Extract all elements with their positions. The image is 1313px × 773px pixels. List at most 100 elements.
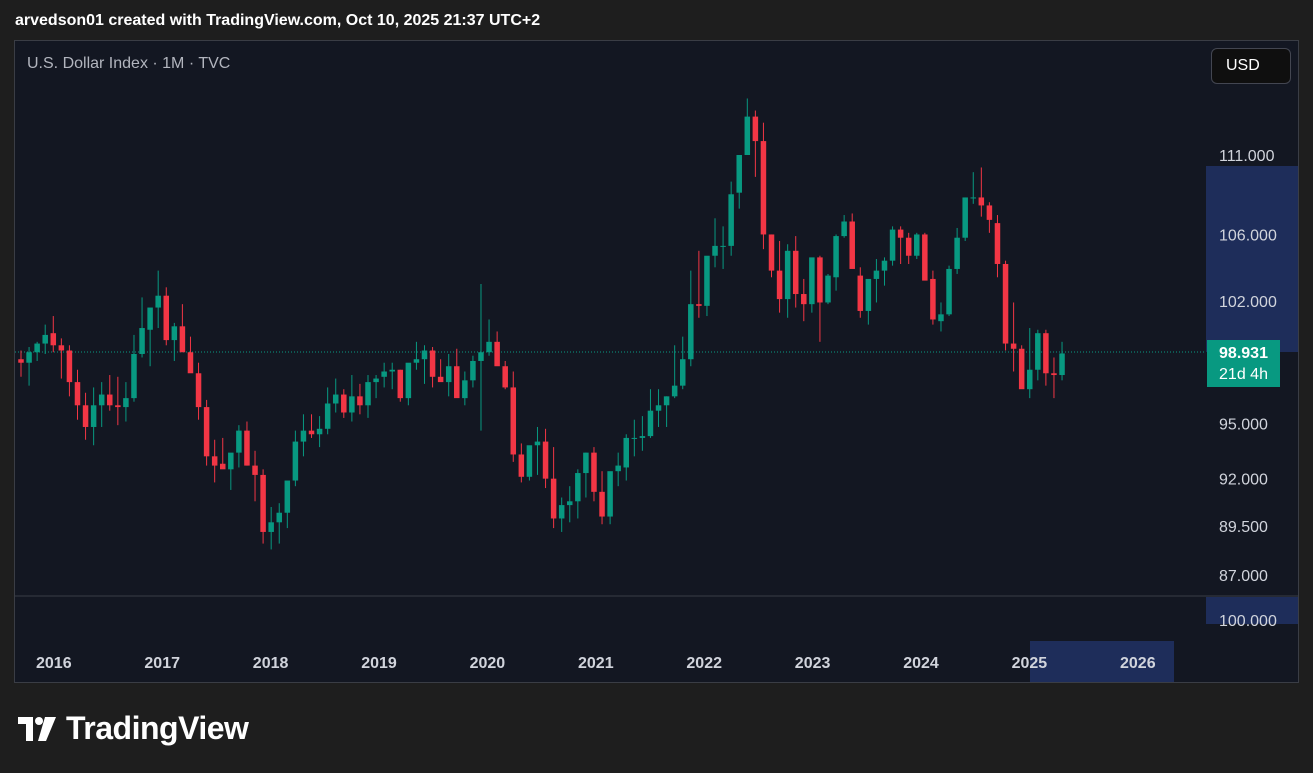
candle-up (663, 396, 670, 406)
candle-up (389, 369, 395, 372)
candle-up (139, 328, 145, 354)
candle-down (1043, 333, 1049, 374)
candles-group (18, 98, 1065, 550)
candle-up (736, 155, 742, 193)
candle-up (470, 360, 476, 381)
candle-up (445, 366, 452, 383)
price-tick-label: 106.000 (1219, 227, 1277, 244)
time-tick-label: 2017 (144, 655, 180, 672)
bar-countdown: 21d 4h (1219, 366, 1268, 383)
candle-down (115, 405, 121, 408)
candle-down (905, 237, 912, 256)
candle-up (373, 378, 379, 383)
candle-down (341, 394, 347, 413)
candle-up (712, 245, 718, 256)
candle-up (478, 352, 484, 361)
candle-down (849, 221, 855, 269)
price-tick-label: 111.000 (1219, 148, 1275, 165)
candle-up (962, 197, 968, 238)
candle-down (776, 270, 783, 300)
price-tick-label: 92.000 (1219, 472, 1268, 489)
candle-up (744, 116, 751, 155)
candle-up (873, 270, 880, 279)
candle-up (889, 229, 896, 261)
candle-down (163, 295, 170, 341)
candle-down (179, 326, 186, 353)
candle-up (365, 382, 371, 406)
time-tick-label: 2020 (470, 655, 506, 672)
candle-down (978, 197, 985, 206)
time-tick-label: 2023 (795, 655, 831, 672)
time-tick-label: 2022 (686, 655, 722, 672)
candle-down (518, 454, 525, 477)
time-tick-label: 2021 (578, 655, 614, 672)
candle-up (26, 352, 32, 363)
candle-up (784, 250, 791, 300)
candle-up (607, 471, 613, 517)
candle-down (50, 333, 57, 346)
time-tick-label: 2024 (903, 655, 939, 672)
candle-up (631, 437, 638, 439)
candle-down (591, 452, 597, 492)
candle-down (1010, 343, 1017, 349)
candle-down (930, 278, 936, 320)
candle-down (752, 116, 759, 142)
candle-up (809, 257, 815, 305)
candle-up (316, 428, 323, 435)
price-tick-label: 102.000 (1219, 294, 1277, 311)
candle-down (195, 373, 202, 408)
candle-down (82, 405, 89, 427)
candle-down (922, 234, 928, 281)
candle-up (228, 452, 234, 470)
candle-down (308, 430, 315, 435)
candle-up (300, 430, 307, 442)
candle-up (938, 314, 944, 322)
candle-up (704, 255, 710, 306)
candle-down (801, 294, 807, 305)
candle-down (220, 463, 226, 470)
candle-down (211, 456, 218, 466)
candle-up (655, 405, 662, 411)
candle-up (720, 245, 726, 247)
candle-down (986, 205, 993, 220)
candle-down (817, 257, 823, 303)
candle-down (454, 366, 460, 399)
candle-up (954, 237, 960, 269)
candle-up (825, 275, 831, 303)
candle-down (66, 350, 73, 383)
candle-down (994, 223, 1001, 264)
candle-down (397, 369, 404, 399)
candle-up (534, 441, 541, 446)
candle-down (510, 387, 517, 455)
candle-down (1051, 373, 1057, 376)
candle-up (1027, 369, 1033, 390)
candle-up (679, 359, 686, 386)
price-axis-highlight (1206, 166, 1298, 352)
currency-button[interactable]: USD (1211, 48, 1291, 84)
candle-up (34, 343, 40, 353)
candle-up (349, 396, 355, 413)
candle-up (647, 410, 654, 437)
candle-down (550, 478, 557, 519)
candle-down (187, 352, 194, 374)
candle-up (970, 197, 977, 199)
symbol-legend[interactable]: U.S. Dollar Index · 1M · TVC (27, 55, 230, 73)
candle-down (760, 141, 767, 235)
candle-down (58, 345, 65, 351)
time-tick-label: 2018 (253, 655, 289, 672)
price-tick-label: 95.000 (1219, 416, 1268, 433)
candle-up (421, 350, 428, 360)
candle-up (1035, 333, 1041, 370)
candle-up (98, 394, 105, 406)
candle-down (357, 396, 363, 406)
candle-up (567, 501, 573, 506)
tradingview-logo[interactable]: TradingView (18, 710, 249, 747)
candle-up (865, 278, 872, 311)
price-tick-label: 87.000 (1219, 568, 1268, 585)
time-tick-label: 2026 (1120, 655, 1156, 672)
last-price-tag: 98.931 21d 4h (1207, 340, 1280, 387)
candle-down (1018, 348, 1025, 390)
candle-down (857, 275, 864, 311)
candlestick-chart[interactable]: 100.000 111.000 106.000 102.000 95.000 92.00… (0, 0, 1313, 773)
candle-up (405, 362, 412, 399)
